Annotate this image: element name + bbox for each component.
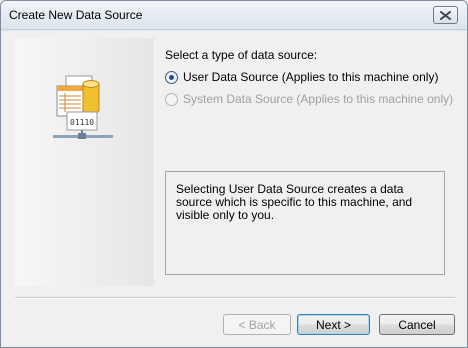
window-title: Create New Data Source [9,8,143,22]
illustration-panel: 01110 [15,38,154,286]
dialog-body: 01110 Select a type of data source: User… [7,31,461,341]
system-data-source-label: System Data Source (Applies to this mach… [183,92,454,106]
binary-text: 01110 [70,118,94,127]
system-data-source-radio [165,92,178,106]
description-box: Selecting User Data Source creates a dat… [165,171,445,275]
user-data-source-radio[interactable] [165,70,178,84]
user-data-source-label[interactable]: User Data Source (Applies to this machin… [183,70,438,84]
next-button[interactable]: Next > [297,314,370,335]
description-text: Selecting User Data Source creates a dat… [176,182,413,222]
title-bar: Create New Data Source [1,1,467,30]
close-button[interactable] [433,6,458,24]
close-icon [440,10,451,20]
user-data-source-option[interactable]: User Data Source (Applies to this machin… [165,70,438,84]
database-document-icon: 01110 [53,75,113,139]
cancel-button[interactable]: Cancel [379,314,455,335]
separator [15,297,455,299]
back-button: < Back [223,314,291,335]
dialog-window: Create New Data Source 01110 Select a ty… [0,0,468,348]
data-source-type-prompt: Select a type of data source: [165,48,318,62]
system-data-source-option: System Data Source (Applies to this mach… [165,92,453,106]
